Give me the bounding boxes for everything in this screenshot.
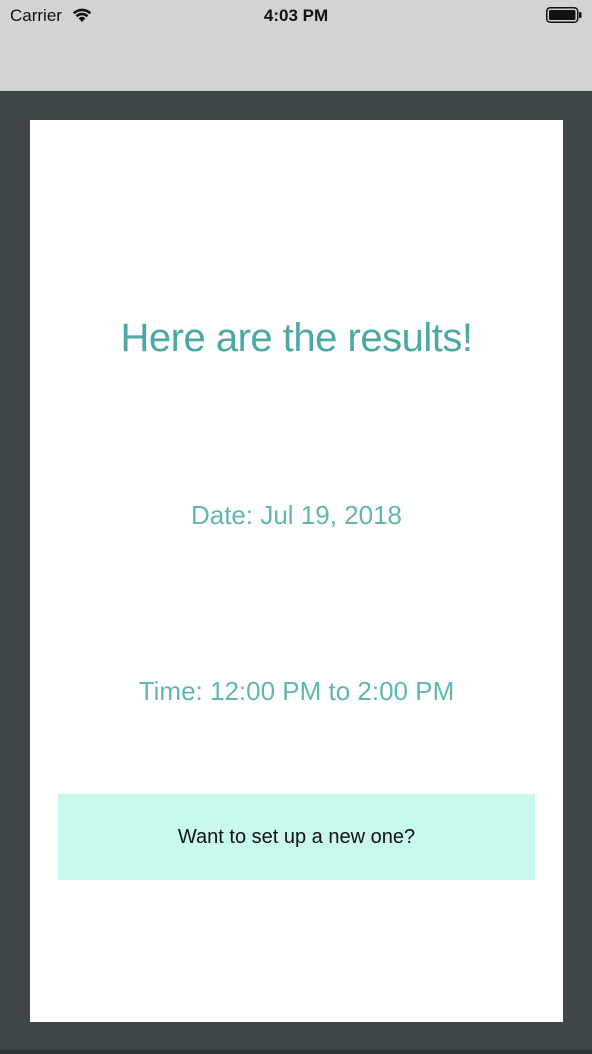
status-clock: 4:03 PM <box>263 6 329 25</box>
battery-icon <box>546 7 582 23</box>
new-meeting-button[interactable]: Want to set up a new one? <box>58 794 535 880</box>
results-title: Here are the results! <box>120 316 473 360</box>
result-date: Date: Jul 19, 2018 <box>190 500 403 530</box>
navigation-bar <box>0 32 592 91</box>
result-time: Time: 12:00 PM to 2:00 PM <box>138 676 455 706</box>
results-card: Here are the results! Date: Jul 19, 2018… <box>30 120 563 1022</box>
status-bar: Carrier 4:03 PM <box>0 0 592 32</box>
bottom-edge <box>0 1050 592 1054</box>
